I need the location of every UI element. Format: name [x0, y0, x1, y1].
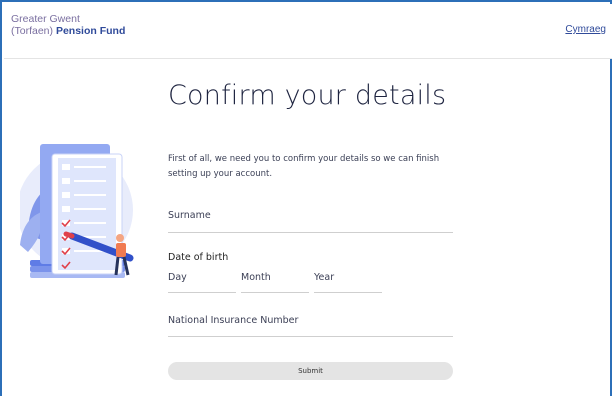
intro-text: First of all, we need you to confirm you…	[168, 154, 440, 179]
dob-year-field[interactable]: Year	[314, 272, 382, 293]
pension-fund-logo[interactable]: Greater Gwent (Torfaen) Pension Fund	[11, 13, 125, 37]
site-header: Greater Gwent (Torfaen) Pension Fund Cym…	[4, 4, 612, 59]
dob-month-field[interactable]: Month	[241, 272, 309, 293]
surname-field[interactable]: Surname	[168, 210, 453, 233]
logo-line-2: (Torfaen) Pension Fund	[11, 25, 125, 37]
date-of-birth-label: Date of birth	[168, 252, 229, 263]
logo-line-1: Greater Gwent	[11, 13, 80, 25]
dob-day-field[interactable]: Day	[168, 272, 236, 293]
language-toggle-link[interactable]: Cymraeg	[565, 24, 606, 35]
national-insurance-number-field[interactable]: National Insurance Number	[168, 315, 453, 337]
submit-button[interactable]: Submit	[168, 362, 453, 380]
logo-line-2-bold: Pension Fund	[55, 25, 126, 37]
checklist-illustration-icon	[20, 144, 134, 278]
logo-line-2-prefix: (Torfaen)	[11, 25, 54, 37]
page-title: Confirm your details	[168, 80, 447, 111]
